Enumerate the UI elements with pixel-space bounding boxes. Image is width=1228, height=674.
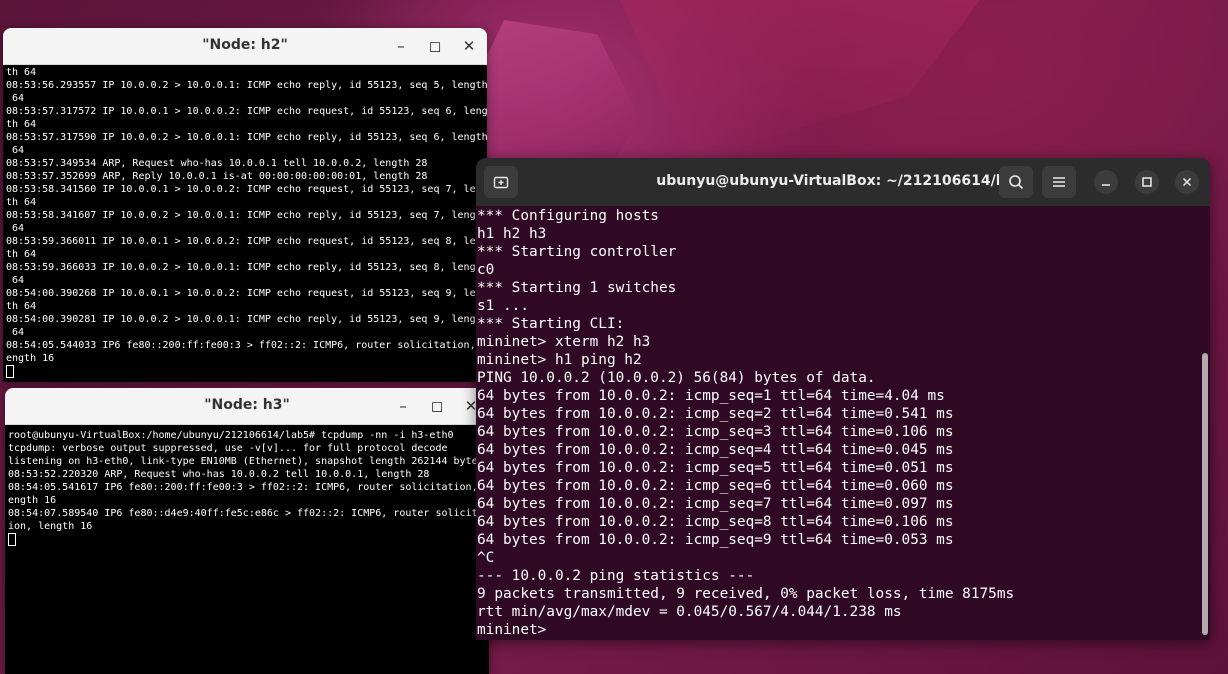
terminal-output[interactable]: *** Configuring hosts h1 h2 h3 *** Startin… bbox=[476, 206, 1210, 639]
menu-button[interactable] bbox=[1042, 166, 1076, 198]
maximize-button[interactable] bbox=[1135, 170, 1159, 194]
terminal-line: 64 bytes from 10.0.0.2: icmp_seq=2 ttl=6… bbox=[477, 406, 954, 422]
terminal-line: PING 10.0.0.2 (10.0.0.2) 56(84) bytes of… bbox=[477, 370, 876, 386]
terminal-line: 64 bytes from 10.0.0.2: icmp_seq=8 ttl=6… bbox=[477, 514, 954, 530]
terminal-line: rtt min/avg/max/mdev = 0.045/0.567/4.044… bbox=[477, 604, 902, 620]
maximize-icon[interactable]: ◻ bbox=[427, 396, 447, 416]
hamburger-menu-icon bbox=[1053, 177, 1065, 187]
maximize-icon bbox=[1142, 177, 1152, 187]
terminal-line: c0 bbox=[477, 262, 495, 278]
terminal-line: 08:53:59.366011 IP 10.0.0.1 > 10.0.0.2: … bbox=[6, 236, 487, 247]
terminal-line: 08:54:07.589540 IP6 fe80::d4e9:40ff:fe5c… bbox=[8, 508, 489, 519]
minimize-icon[interactable]: – bbox=[393, 396, 413, 416]
terminal-line: th 64 bbox=[6, 249, 37, 260]
terminal-line: *** Starting 1 switches bbox=[477, 280, 677, 296]
xterm-window-h3[interactable]: "Node: h3" – ◻ ✕ root@ubunyu-VirtualBox:… bbox=[5, 388, 489, 674]
terminal-line: listening on h3-eth0, link-type EN10MB (… bbox=[8, 456, 484, 467]
window-title: "Node: h3" bbox=[204, 397, 290, 413]
maximize-icon[interactable]: ◻ bbox=[425, 36, 445, 56]
terminal-line: 08:54:05.541617 IP6 fe80::200:ff:fe00:3 … bbox=[8, 482, 489, 493]
window-title: "Node: h2" bbox=[202, 37, 288, 53]
minimize-icon[interactable]: – bbox=[391, 36, 411, 56]
terminal-line: mininet> h1 ping h2 bbox=[477, 352, 642, 368]
terminal-line: 08:53:57.349534 ARP, Request who-has 10.… bbox=[6, 158, 428, 169]
scrollbar[interactable] bbox=[1202, 353, 1208, 635]
terminal-line: 08:53:57.317572 IP 10.0.0.1 > 10.0.0.2: … bbox=[6, 106, 487, 117]
cursor bbox=[6, 365, 14, 378]
terminal-line: 64 bytes from 10.0.0.2: icmp_seq=4 ttl=6… bbox=[477, 442, 954, 458]
terminal-line: 64 bbox=[6, 223, 25, 234]
terminal-output[interactable]: root@ubunyu-VirtualBox:/home/ubunyu/2121… bbox=[5, 425, 489, 548]
terminal-lines: th 64 08:53:56.293557 IP 10.0.0.2 > 10.0.… bbox=[6, 66, 487, 365]
terminal-line: *** Starting CLI: bbox=[477, 316, 625, 332]
terminal-line: 64 bbox=[6, 275, 25, 286]
search-icon bbox=[1009, 175, 1024, 190]
terminal-line: s1 ... bbox=[477, 298, 529, 314]
terminal-line: 08:53:59.366033 IP 10.0.0.2 > 10.0.0.1: … bbox=[6, 262, 487, 273]
minimize-icon bbox=[1102, 184, 1110, 186]
terminal-line: 64 bbox=[6, 93, 25, 104]
terminal-line: 9 packets transmitted, 9 received, 0% pa… bbox=[477, 586, 1015, 602]
shell-prompt: mininet> bbox=[477, 622, 555, 638]
terminal-line: th 64 bbox=[6, 119, 37, 130]
close-icon[interactable]: ✕ bbox=[459, 36, 479, 56]
terminal-lines: root@ubunyu-VirtualBox:/home/ubunyu/2121… bbox=[8, 429, 489, 533]
terminal-line: 08:54:00.390268 IP 10.0.0.1 > 10.0.0.2: … bbox=[6, 288, 487, 299]
terminal-line: 64 bytes from 10.0.0.2: icmp_seq=7 ttl=6… bbox=[477, 496, 954, 512]
close-button[interactable] bbox=[1175, 170, 1199, 194]
titlebar[interactable]: "Node: h2" – ◻ ✕ bbox=[3, 28, 487, 65]
terminal-line: 64 bytes from 10.0.0.2: icmp_seq=6 ttl=6… bbox=[477, 478, 954, 494]
terminal-line: th 64 bbox=[6, 197, 37, 208]
terminal-line: 64 bytes from 10.0.0.2: icmp_seq=9 ttl=6… bbox=[477, 532, 954, 548]
terminal-line: 08:53:57.352699 ARP, Reply 10.0.0.1 is-a… bbox=[6, 171, 428, 182]
terminal-line: mininet> xterm h2 h3 bbox=[477, 334, 651, 350]
terminal-line: 08:53:56.293557 IP 10.0.0.2 > 10.0.0.1: … bbox=[6, 80, 487, 91]
minimize-button[interactable] bbox=[1094, 170, 1118, 194]
terminal-line: ength 16 bbox=[6, 353, 55, 364]
terminal-line: ^C bbox=[477, 550, 495, 566]
terminal-output[interactable]: th 64 08:53:56.293557 IP 10.0.0.2 > 10.0.… bbox=[3, 65, 487, 380]
terminal-lines: *** Configuring hosts h1 h2 h3 *** Startin… bbox=[477, 207, 1210, 621]
xterm-window-h2[interactable]: "Node: h2" – ◻ ✕ th 64 08:53:56.293557 IP… bbox=[3, 28, 487, 382]
terminal-line: root@ubunyu-VirtualBox:/home/ubunyu/2121… bbox=[8, 430, 454, 441]
terminal-line: 64 bytes from 10.0.0.2: icmp_seq=5 ttl=6… bbox=[477, 460, 954, 476]
wallpaper-shape bbox=[620, 0, 980, 160]
terminal-line: *** Configuring hosts bbox=[477, 208, 659, 224]
terminal-line: 08:54:05.544033 IP6 fe80::200:ff:fe00:3 … bbox=[6, 340, 487, 351]
terminal-line: 64 bytes from 10.0.0.2: icmp_seq=1 ttl=6… bbox=[477, 388, 945, 404]
headerbar[interactable]: ubunyu@ubunyu-VirtualBox: ~/212106614/la… bbox=[476, 158, 1210, 206]
terminal-line: h1 h2 h3 bbox=[477, 226, 547, 242]
terminal-line: 08:53:58.341607 IP 10.0.0.2 > 10.0.0.1: … bbox=[6, 210, 487, 221]
terminal-line: 08:54:00.390281 IP 10.0.0.2 > 10.0.0.1: … bbox=[6, 314, 487, 325]
terminal-line: 08:53:52.220320 ARP, Request who-has 10.… bbox=[8, 469, 430, 480]
gnome-terminal-window[interactable]: ubunyu@ubunyu-VirtualBox: ~/212106614/la… bbox=[476, 158, 1210, 640]
cursor bbox=[8, 533, 16, 546]
search-button[interactable] bbox=[999, 166, 1033, 198]
terminal-line: 64 bytes from 10.0.0.2: icmp_seq=3 ttl=6… bbox=[477, 424, 954, 440]
terminal-line: 08:53:58.341560 IP 10.0.0.1 > 10.0.0.2: … bbox=[6, 184, 487, 195]
terminal-line: th 64 bbox=[6, 67, 37, 78]
terminal-line: ion, length 16 bbox=[8, 521, 93, 532]
terminal-line: 64 bbox=[6, 145, 25, 156]
terminal-line: th 64 bbox=[6, 301, 37, 312]
terminal-line: ength 16 bbox=[8, 495, 57, 506]
titlebar[interactable]: "Node: h3" – ◻ ✕ bbox=[5, 388, 489, 425]
close-icon bbox=[1182, 177, 1192, 187]
terminal-line: tcpdump: verbose output suppressed, use … bbox=[8, 443, 448, 454]
terminal-line: 08:53:57.317590 IP 10.0.0.2 > 10.0.0.1: … bbox=[6, 132, 487, 143]
terminal-line: --- 10.0.0.2 ping statistics --- bbox=[477, 568, 755, 584]
terminal-line: 64 bbox=[6, 327, 25, 338]
terminal-line: *** Starting controller bbox=[477, 244, 677, 260]
